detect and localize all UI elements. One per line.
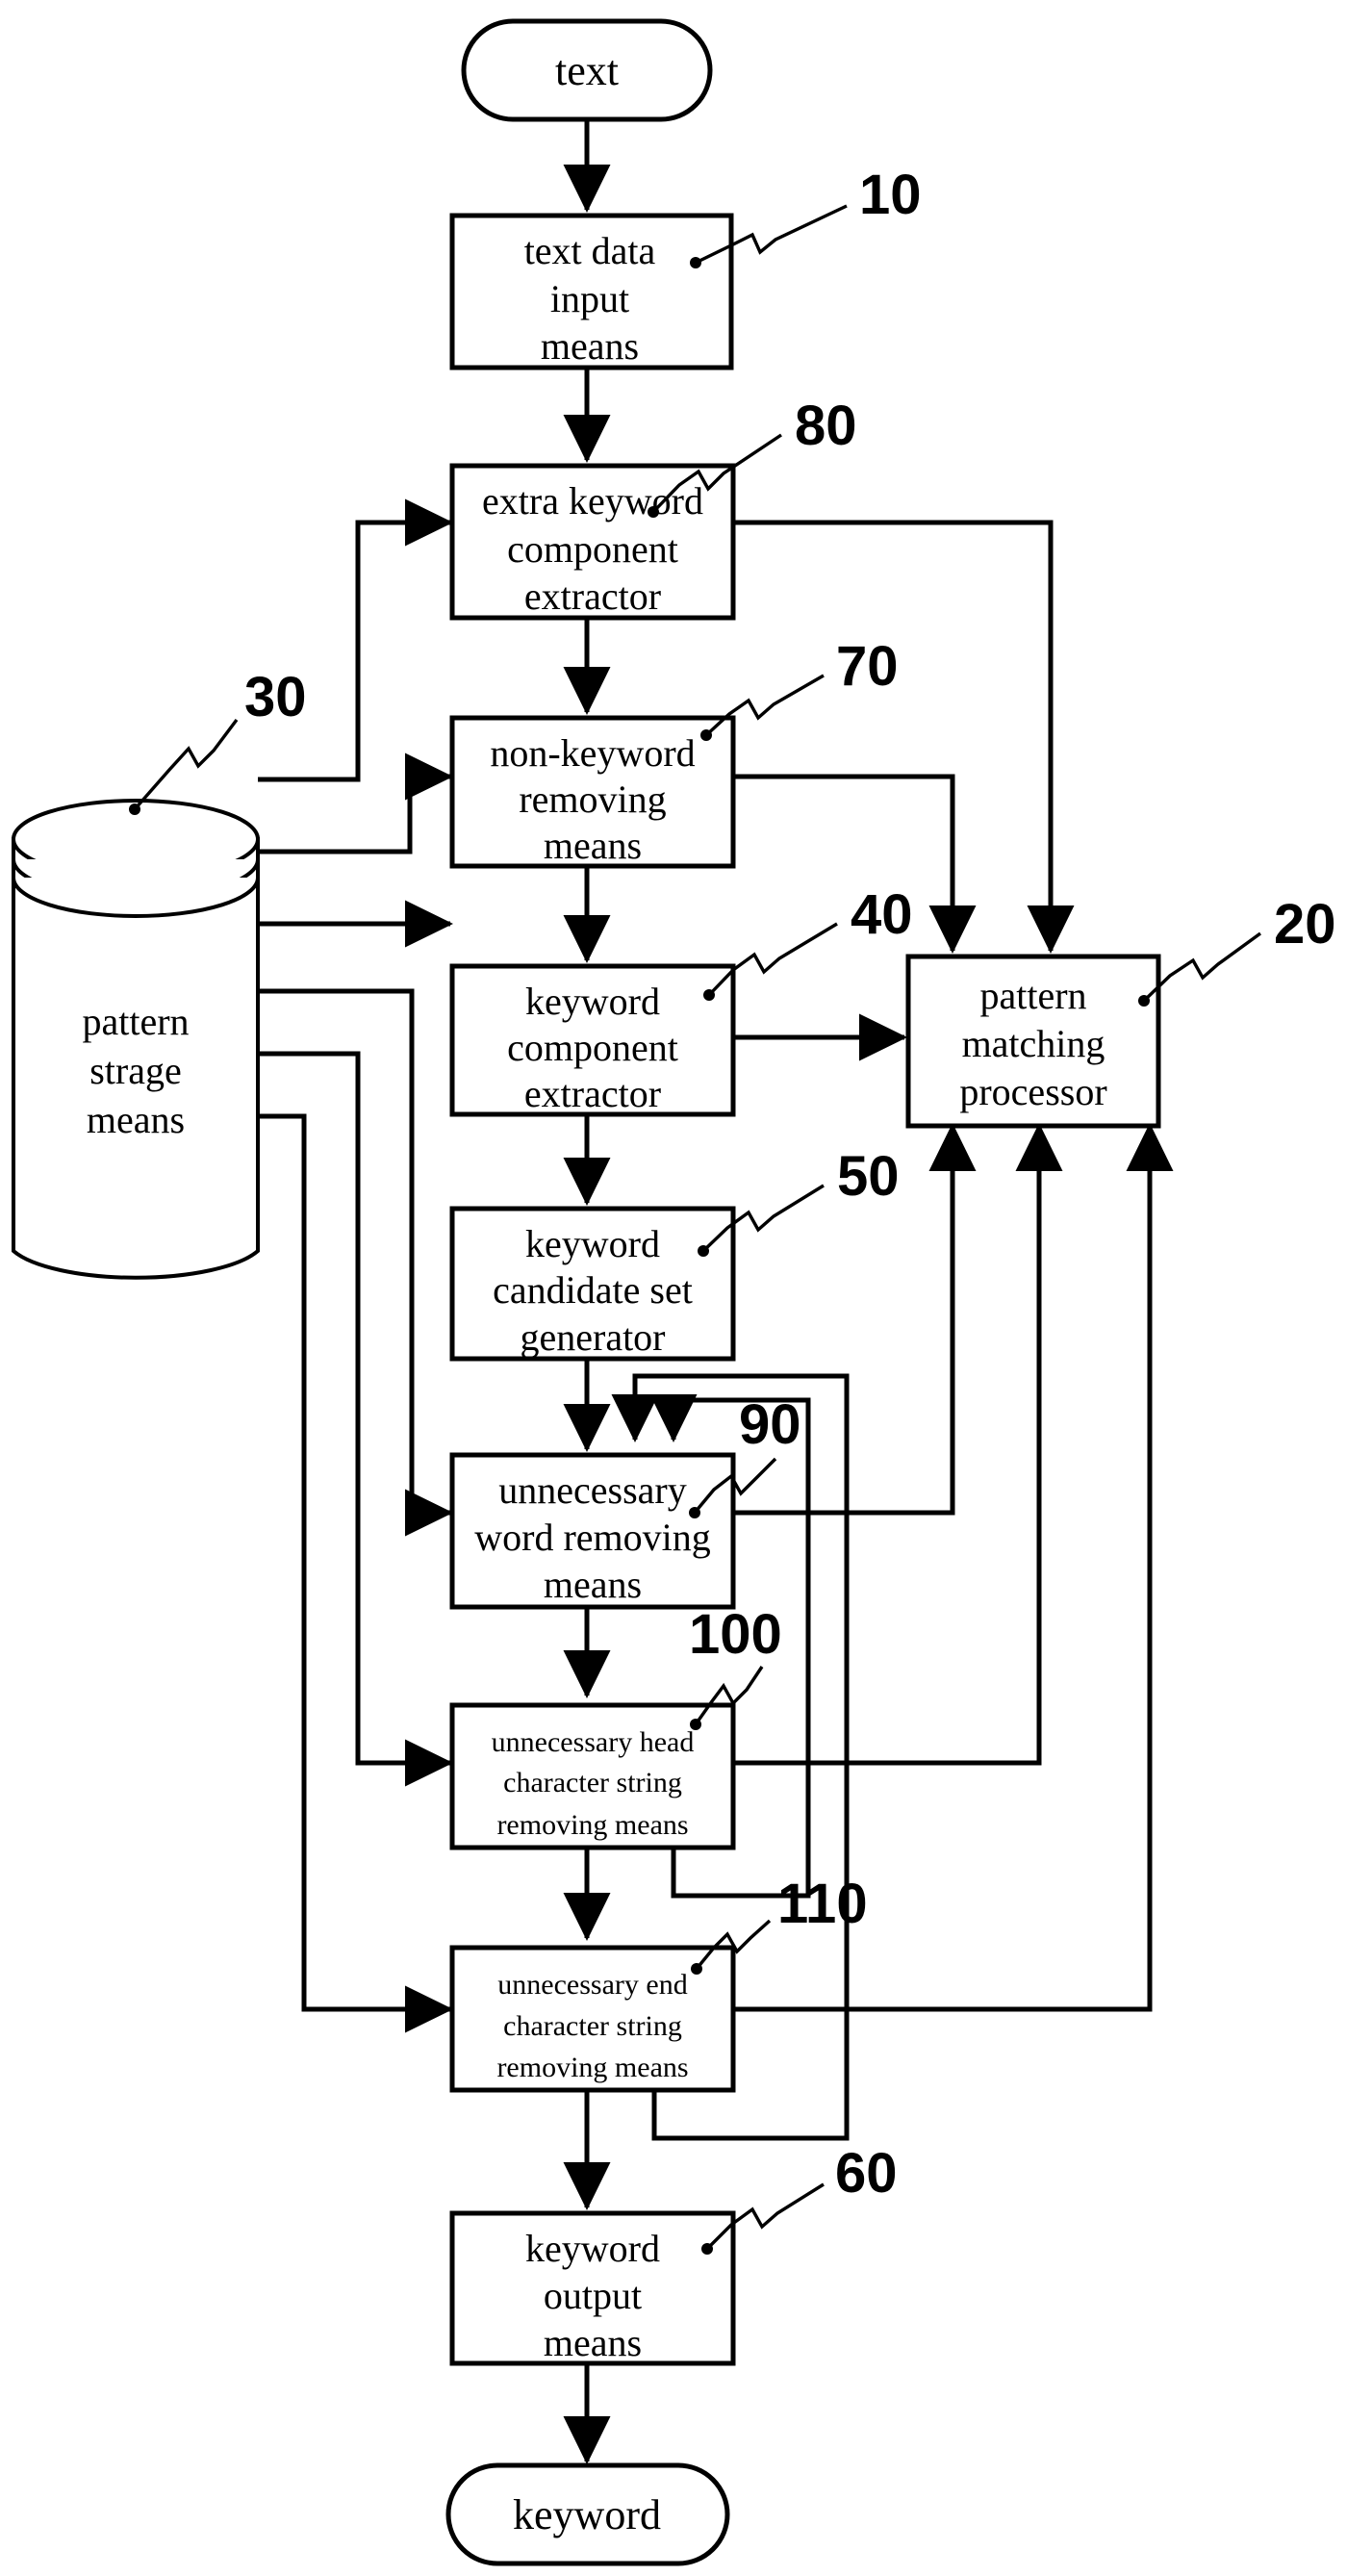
storage-line3: means bbox=[87, 1098, 185, 1141]
block-40: keyword component extractor bbox=[449, 963, 736, 1117]
block-110-line2: character string bbox=[503, 2010, 682, 2042]
patent-figure: text keyword text data input means extra… bbox=[0, 0, 1372, 2576]
block-50-line1: keyword bbox=[525, 1222, 660, 1265]
terminal-start: text bbox=[461, 18, 713, 122]
block-60-line2: output bbox=[544, 2274, 642, 2317]
storage-line1: pattern bbox=[82, 1000, 189, 1043]
ref-number-50: 50 bbox=[837, 1145, 900, 1208]
block-50-line3: generator bbox=[520, 1315, 665, 1359]
ref-callout-20: 20 bbox=[1138, 893, 1336, 1007]
block-80-line3: extractor bbox=[524, 574, 661, 618]
terminal-end-label: keyword bbox=[513, 2491, 661, 2538]
block-100-line2: character string bbox=[503, 1767, 682, 1798]
ref-number-40: 40 bbox=[851, 883, 913, 946]
ref-number-70: 70 bbox=[836, 635, 899, 698]
ref-number-30: 30 bbox=[244, 666, 307, 728]
edge-30-to-70 bbox=[258, 752, 454, 854]
block-60: keyword output means bbox=[449, 2210, 736, 2366]
flowchart-canvas: text keyword text data input means extra… bbox=[12, 18, 1336, 2566]
block-10: text data input means bbox=[449, 213, 734, 370]
edge-30-to-100 bbox=[258, 1051, 454, 1787]
block-60-line1: keyword bbox=[525, 2227, 660, 2270]
block-90-line2: word removing bbox=[474, 1516, 711, 1559]
block-80-line2: component bbox=[507, 527, 678, 571]
block-90-line1: unnecessary bbox=[498, 1468, 686, 1512]
edge-30-to-90 bbox=[258, 988, 454, 1537]
terminal-start-label: text bbox=[555, 47, 619, 94]
block-100-line3: removing means bbox=[496, 1809, 688, 1841]
pattern-storage-cylinder: pattern strage means bbox=[12, 799, 260, 1280]
block-80: extra keyword component extractor bbox=[449, 463, 736, 621]
ref-number-80: 80 bbox=[795, 395, 857, 457]
ref-number-90: 90 bbox=[739, 1393, 801, 1456]
ref-number-60: 60 bbox=[835, 2142, 898, 2205]
block-40-line3: extractor bbox=[524, 1072, 661, 1115]
block-10-line2: input bbox=[550, 277, 629, 320]
block-40-line2: component bbox=[507, 1026, 678, 1069]
edge-20-rail-to-70 bbox=[733, 774, 977, 955]
block-20-line1: pattern bbox=[979, 974, 1086, 1017]
block-110-line1: unnecessary end bbox=[497, 1969, 687, 2001]
storage-line2: strage bbox=[89, 1049, 182, 1092]
block-100-line1: unnecessary head bbox=[492, 1726, 695, 1758]
block-70-line2: removing bbox=[519, 778, 666, 821]
block-90-line3: means bbox=[544, 1563, 642, 1606]
block-80-line1: extra keyword bbox=[482, 479, 703, 523]
block-20-line3: processor bbox=[959, 1070, 1106, 1113]
block-20: pattern matching processor bbox=[905, 954, 1161, 1129]
terminal-end: keyword bbox=[445, 2462, 730, 2566]
block-50-line2: candidate set bbox=[493, 1268, 693, 1312]
block-70-line3: means bbox=[544, 824, 642, 867]
block-70: non-keyword removing means bbox=[449, 715, 736, 869]
block-90: unnecessary word removing means bbox=[449, 1452, 736, 1610]
ref-number-100: 100 bbox=[689, 1603, 782, 1666]
block-60-line3: means bbox=[544, 2321, 642, 2364]
block-50: keyword candidate set generator bbox=[449, 1206, 736, 1362]
block-70-line1: non-keyword bbox=[490, 731, 695, 775]
block-40-line1: keyword bbox=[525, 980, 660, 1023]
block-20-line2: matching bbox=[962, 1022, 1105, 1065]
block-10-line1: text data bbox=[524, 229, 656, 272]
edge-30-to-80 bbox=[258, 498, 454, 782]
ref-number-110: 110 bbox=[777, 1873, 868, 1935]
ref-number-10: 10 bbox=[859, 164, 922, 226]
ref-number-20: 20 bbox=[1274, 893, 1336, 956]
block-110-line3: removing means bbox=[496, 2052, 688, 2083]
ref-callout-30: 30 bbox=[129, 666, 307, 815]
block-10-line3: means bbox=[541, 324, 639, 368]
edge-30-to-110 bbox=[258, 1113, 454, 2033]
